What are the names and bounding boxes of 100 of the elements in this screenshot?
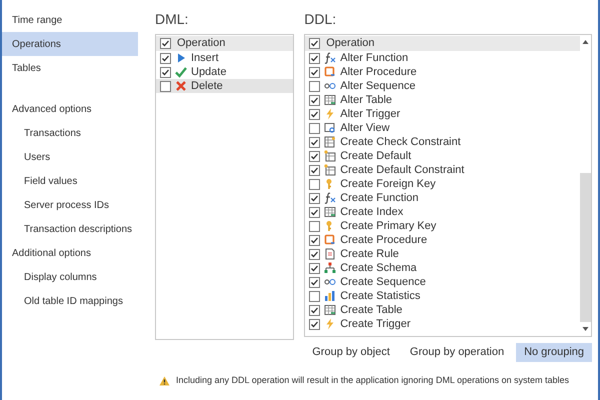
checkbox[interactable] (309, 192, 320, 204)
grouping-button[interactable]: No grouping (516, 343, 592, 362)
hierarchy-icon (324, 262, 336, 274)
operation-row[interactable]: Insert (156, 51, 294, 65)
operation-label: Create Primary Key (340, 219, 436, 233)
cross-icon (175, 80, 187, 92)
operation-row[interactable]: Create Primary Key (305, 219, 580, 233)
checkbox[interactable] (160, 66, 171, 78)
magnifier-table-icon (324, 122, 336, 134)
checkbox[interactable] (309, 94, 320, 106)
operation-row[interactable]: Alter Trigger (305, 107, 580, 121)
function-icon (324, 52, 336, 64)
column-heading: Operation (326, 36, 375, 52)
document-icon (324, 66, 336, 78)
operation-label: Create Rule (340, 247, 399, 261)
operation-row[interactable]: Create Rule (305, 247, 580, 261)
checkbox[interactable] (309, 178, 320, 190)
nav-item[interactable]: Field values (2, 169, 138, 193)
operation-label: Alter View (340, 121, 390, 135)
lightning-icon (324, 108, 336, 120)
operation-row[interactable]: Alter Table (305, 93, 580, 107)
operation-row[interactable]: Create Foreign Key (305, 177, 580, 191)
operation-label: Create Schema (340, 261, 417, 275)
nav-item[interactable]: Transactions (2, 121, 138, 145)
operation-row[interactable]: Create Sequence (305, 275, 580, 289)
function-icon (324, 192, 336, 204)
table-icon (324, 206, 336, 218)
checkbox[interactable] (309, 248, 320, 260)
operation-label: Create Statistics (340, 289, 420, 303)
warning-icon (159, 376, 170, 386)
scroll-up-icon[interactable] (582, 39, 589, 45)
checkbox[interactable] (309, 262, 320, 274)
play-triangle-icon (175, 52, 187, 64)
checkbox[interactable] (309, 122, 320, 134)
checkbox[interactable] (309, 220, 320, 232)
operation-row[interactable]: Create Function (305, 191, 580, 205)
operation-row[interactable]: Create Check Constraint (305, 135, 580, 149)
nav-item[interactable]: Server process IDs (2, 193, 138, 217)
operation-label: Update (191, 65, 226, 79)
table-icon (324, 304, 336, 316)
operation-label: Create Trigger (340, 317, 411, 331)
document-icon (324, 234, 336, 246)
operation-row[interactable]: Alter Procedure (305, 65, 580, 79)
page-icon (324, 248, 336, 260)
operation-row[interactable]: Alter Function (305, 51, 580, 65)
operation-row[interactable]: Create Schema (305, 261, 580, 275)
checkbox[interactable] (309, 290, 320, 302)
nav-item[interactable]: Tables (2, 56, 138, 80)
checkbox[interactable] (160, 52, 171, 64)
operation-row[interactable]: Create Default (305, 149, 580, 163)
operation-row[interactable]: Create Procedure (305, 233, 580, 247)
chain-icon (324, 80, 336, 92)
scroll-thumb[interactable] (580, 173, 591, 322)
checkbox[interactable] (309, 150, 320, 162)
checkbox[interactable] (309, 38, 320, 49)
nav-item[interactable]: Users (2, 145, 138, 169)
scroll-down-icon[interactable] (582, 326, 589, 332)
operation-label: Insert (191, 51, 219, 65)
checkbox[interactable] (160, 38, 171, 49)
checkbox[interactable] (309, 164, 320, 176)
checkbox[interactable] (309, 52, 320, 64)
operation-row[interactable]: Create Index (305, 205, 580, 219)
checkbox[interactable] (309, 66, 320, 78)
operation-label: Alter Trigger (340, 107, 400, 121)
section-title: DML: (155, 10, 190, 28)
operation-row[interactable]: Alter Sequence (305, 79, 580, 93)
sparkle-table-icon (324, 164, 336, 176)
checkbox[interactable] (309, 304, 320, 316)
operation-row[interactable]: Update (156, 65, 294, 79)
lightning-icon (324, 318, 336, 330)
section-title: DDL: (304, 10, 338, 28)
operation-label: Create Sequence (340, 275, 426, 289)
checkbox[interactable] (309, 136, 320, 148)
operation-label: Delete (191, 79, 223, 93)
checkbox[interactable] (309, 276, 320, 288)
nav-item[interactable]: Transaction descriptions (2, 217, 138, 241)
checkbox[interactable] (309, 206, 320, 218)
checkbox[interactable] (160, 80, 171, 92)
operation-row[interactable]: Create Statistics (305, 289, 580, 303)
operation-label: Create Procedure (340, 233, 428, 247)
nav-item[interactable]: Old table ID mappings (2, 289, 138, 313)
checkbox[interactable] (309, 234, 320, 246)
checkbox[interactable] (309, 318, 320, 330)
table-icon (324, 94, 336, 106)
operation-label: Alter Procedure (340, 65, 417, 79)
operation-label: Create Function (340, 191, 418, 205)
operation-row[interactable]: Delete (156, 79, 294, 93)
checkbox[interactable] (309, 80, 320, 92)
chain-icon (324, 276, 336, 288)
operation-row[interactable]: Create Default Constraint (305, 163, 580, 177)
operation-label: Create Default Constraint (340, 163, 464, 177)
operation-row[interactable]: Alter View (305, 121, 580, 135)
nav-item[interactable]: Time range (2, 8, 138, 32)
checkbox[interactable] (309, 108, 320, 120)
checkmark-icon (175, 66, 187, 78)
operation-label: Alter Function (340, 51, 408, 65)
nav-item[interactable]: Operations (2, 32, 138, 56)
nav-item[interactable]: Display columns (2, 265, 138, 289)
operation-row[interactable]: Create Trigger (305, 317, 580, 331)
operation-row[interactable]: Create Table (305, 303, 580, 317)
